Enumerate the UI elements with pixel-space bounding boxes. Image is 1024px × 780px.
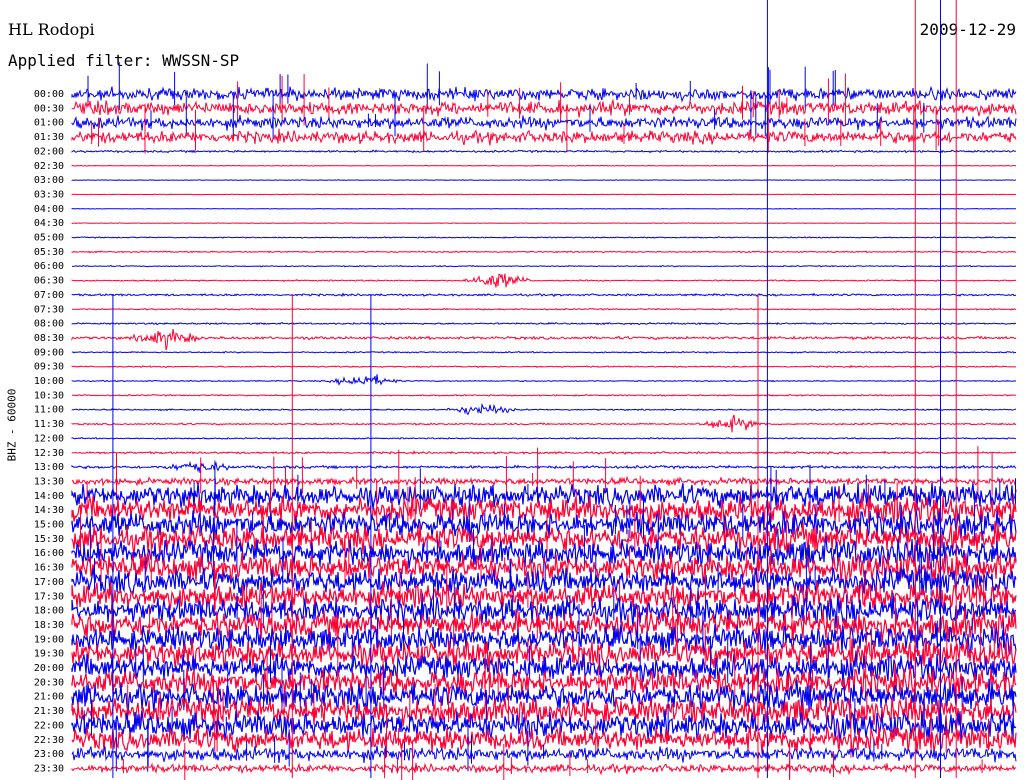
trace-row — [71, 273, 1017, 288]
trace-row — [71, 115, 1017, 131]
row-label: 10:00 — [34, 376, 64, 387]
trace-row — [71, 264, 1017, 268]
row-label: 18:30 — [34, 620, 64, 631]
trace-row — [71, 402, 1017, 416]
helicorder-plot: 00:00 00:30 01:00 01:30 02:00 02:30 03:00 03:30… — [34, 0, 1017, 780]
trace-row — [71, 350, 1017, 354]
trace-row — [71, 222, 1017, 225]
row-label: 02:00 — [34, 146, 64, 157]
row-label: 07:00 — [34, 290, 64, 301]
row-label: 01:30 — [34, 132, 64, 143]
row-label: 11:00 — [34, 405, 64, 416]
trace-row — [71, 193, 1017, 196]
row-label: 04:30 — [34, 218, 64, 229]
row-label: 09:30 — [34, 362, 64, 373]
row-label: 16:30 — [34, 563, 64, 574]
trace-row — [71, 450, 1017, 455]
row-label: 05:30 — [34, 247, 64, 258]
trace-row — [72, 307, 1017, 311]
trace-row — [71, 179, 1017, 181]
trace-row — [71, 475, 1017, 487]
row-label: 00:00 — [34, 89, 64, 100]
row-label: 08:00 — [34, 319, 64, 330]
row-label: 23:30 — [34, 763, 64, 774]
row-label: 06:00 — [34, 261, 64, 272]
trace-row — [71, 236, 1016, 239]
row-label: 02:30 — [34, 161, 64, 172]
row-label: 23:00 — [34, 749, 64, 760]
row-label: 17:30 — [34, 591, 64, 602]
row-label: 04:00 — [34, 204, 64, 215]
trace-row — [71, 149, 1017, 154]
row-label: 03:30 — [34, 189, 64, 200]
row-label: 10:30 — [34, 390, 64, 401]
trace-row — [71, 85, 1017, 103]
trace-row — [71, 321, 1017, 326]
trace-row — [71, 374, 1016, 386]
row-label: 19:30 — [34, 649, 64, 660]
row-label: 14:30 — [34, 505, 64, 516]
row-label: 15:30 — [34, 534, 64, 545]
row-label: 21:00 — [34, 692, 64, 703]
row-label: 22:00 — [34, 720, 64, 731]
trace-row — [71, 762, 1017, 776]
row-label: 15:00 — [34, 520, 64, 531]
trace-row — [71, 364, 1017, 369]
trace-row — [71, 414, 1017, 433]
row-label: 13:30 — [34, 476, 64, 487]
row-label: 19:00 — [34, 634, 64, 645]
trace-row — [71, 128, 1017, 146]
trace-row — [71, 393, 1017, 397]
row-label: 03:00 — [34, 175, 64, 186]
trace-row — [71, 482, 1017, 510]
row-label: 01:00 — [34, 118, 64, 129]
row-label: 11:30 — [34, 419, 64, 430]
trace-row — [71, 164, 1017, 167]
row-label: 12:00 — [34, 433, 64, 444]
row-label: 16:00 — [34, 548, 64, 559]
row-label: 18:00 — [34, 606, 64, 617]
row-label: 12:30 — [34, 448, 64, 459]
row-label: 13:00 — [34, 462, 64, 473]
row-label: 05:00 — [34, 233, 64, 244]
trace-row — [71, 436, 1017, 441]
trace-row — [71, 250, 1017, 254]
row-label: 20:00 — [34, 663, 64, 674]
row-label: 20:30 — [34, 677, 64, 688]
row-label: 22:30 — [34, 735, 64, 746]
trace-row — [71, 460, 1017, 473]
trace-group — [71, 0, 1017, 780]
trace-row — [71, 292, 1017, 298]
row-label: 17:00 — [34, 577, 64, 588]
row-labels: 00:00 00:30 01:00 01:30 02:00 02:30 03:00 03:30… — [34, 89, 64, 774]
row-label: 06:30 — [34, 276, 64, 287]
row-label: 07:30 — [34, 304, 64, 315]
row-label: 21:30 — [34, 706, 64, 717]
row-label: 09:00 — [34, 347, 64, 358]
row-label: 08:30 — [34, 333, 64, 344]
row-label: 14:00 — [34, 491, 64, 502]
trace-row — [71, 328, 1017, 351]
row-label: 00:30 — [34, 103, 64, 114]
trace-row — [71, 98, 1017, 118]
trace-row — [71, 207, 1017, 210]
